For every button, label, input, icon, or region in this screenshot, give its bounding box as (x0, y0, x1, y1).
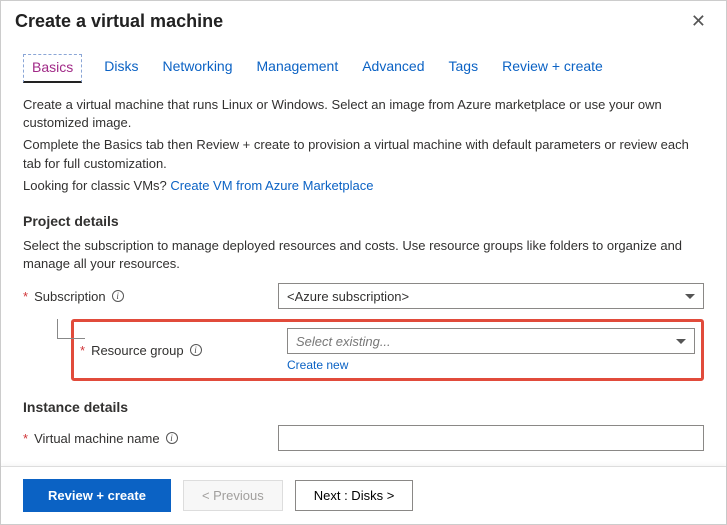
resource-group-block: * Resource group i Select existing... Cr… (23, 319, 704, 381)
tab-networking[interactable]: Networking (160, 54, 234, 83)
tab-management[interactable]: Management (255, 54, 341, 83)
subscription-row: * Subscription i <Azure subscription> (23, 283, 704, 309)
info-icon[interactable]: i (112, 290, 124, 302)
tab-bar: Basics Disks Networking Management Advan… (23, 54, 704, 84)
tab-review[interactable]: Review + create (500, 54, 605, 83)
review-create-button[interactable]: Review + create (23, 479, 171, 512)
previous-button: < Previous (183, 480, 283, 511)
chevron-down-icon (676, 339, 686, 344)
intro-line2: Complete the Basics tab then Review + cr… (23, 136, 704, 172)
required-icon: * (23, 289, 28, 304)
tab-disks[interactable]: Disks (102, 54, 140, 83)
content-scroll: Basics Disks Networking Management Advan… (1, 40, 726, 466)
wizard-footer: Review + create < Previous Next : Disks … (1, 466, 726, 524)
info-icon[interactable]: i (166, 432, 178, 444)
resource-group-highlight: * Resource group i Select existing... Cr… (71, 319, 704, 381)
page-title: Create a virtual machine (15, 11, 223, 32)
tab-tags[interactable]: Tags (447, 54, 481, 83)
subscription-select[interactable]: <Azure subscription> (278, 283, 704, 309)
intro-line3: Looking for classic VMs? Create VM from … (23, 177, 704, 195)
vm-name-input[interactable] (278, 425, 704, 451)
create-new-link[interactable]: Create new (287, 358, 695, 372)
next-button[interactable]: Next : Disks > (295, 480, 414, 511)
vm-name-label: * Virtual machine name i (23, 431, 278, 446)
vm-name-row: * Virtual machine name i (23, 425, 704, 451)
intro-line1: Create a virtual machine that runs Linux… (23, 96, 704, 132)
close-icon[interactable]: ✕ (685, 9, 712, 34)
tree-connector (57, 319, 85, 339)
required-icon: * (23, 431, 28, 446)
create-vm-panel: Create a virtual machine ✕ Basics Disks … (0, 0, 727, 525)
info-icon[interactable]: i (190, 344, 202, 356)
resource-group-select[interactable]: Select existing... (287, 328, 695, 354)
marketplace-link[interactable]: Create VM from Azure Marketplace (170, 178, 373, 193)
project-details-title: Project details (23, 213, 704, 229)
required-icon: * (80, 343, 85, 358)
resource-group-placeholder: Select existing... (296, 334, 391, 349)
tab-basics[interactable]: Basics (23, 54, 82, 83)
instance-details-title: Instance details (23, 399, 704, 415)
chevron-down-icon (685, 294, 695, 299)
project-details-desc: Select the subscription to manage deploy… (23, 237, 704, 273)
resource-group-row: * Resource group i Select existing... Cr… (80, 328, 695, 372)
tab-advanced[interactable]: Advanced (360, 54, 426, 83)
resource-group-label: * Resource group i (80, 343, 287, 358)
subscription-value: <Azure subscription> (287, 289, 409, 304)
panel-header: Create a virtual machine ✕ (1, 1, 726, 40)
subscription-label: * Subscription i (23, 289, 278, 304)
